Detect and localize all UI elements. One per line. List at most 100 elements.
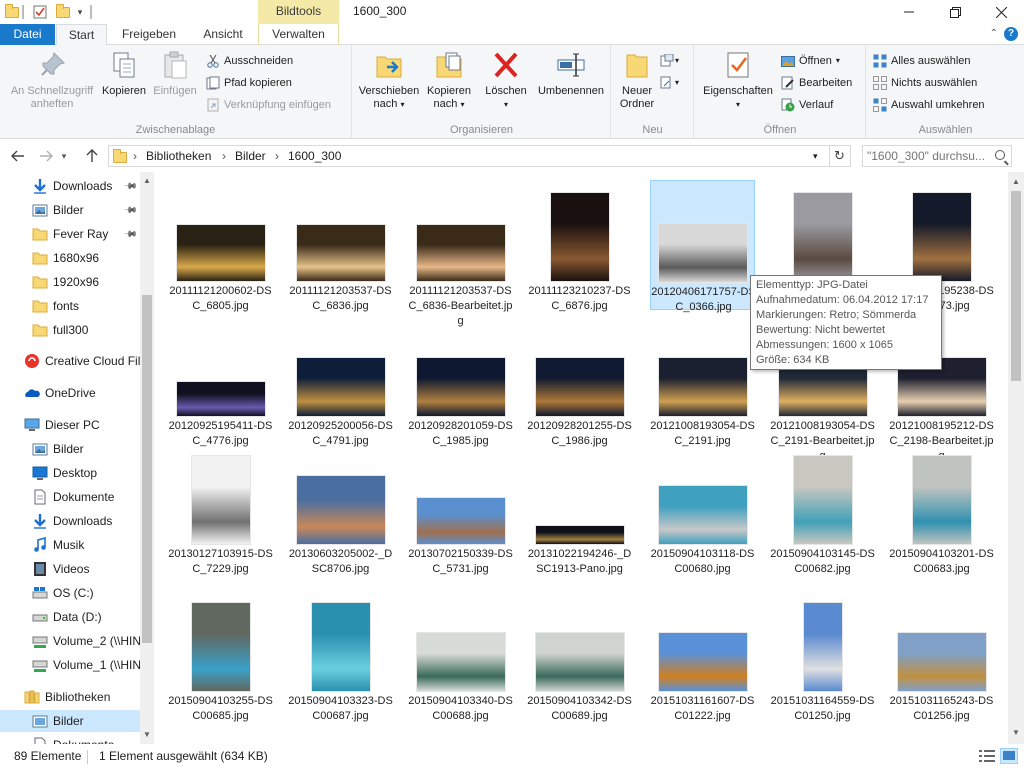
file-tile[interactable]: 20130702150339-DSC_5731.jpg [408,445,513,575]
search-input[interactable] [867,148,987,164]
tab-freigeben[interactable]: Freigeben [113,24,185,45]
file-tile[interactable]: 20150904103255-DSC00685.jpg [168,592,273,722]
nav-pc-item-8[interactable]: Volume_2 (\\HIN [0,630,140,652]
large-icons-view-icon[interactable] [1000,748,1018,764]
file-tile[interactable]: 20151031165243-DSC01256.jpg [889,592,994,722]
copy-button[interactable]: Kopieren [100,49,148,98]
nav-pc-item-6[interactable]: OS (C:) [0,582,140,604]
file-tile[interactable]: 20111121200602-DSC_6805.jpg [168,180,273,312]
file-tile[interactable]: 20120406171757-DSC_0366.jpg [650,180,756,313]
new-folder-quick-icon[interactable] [55,3,71,21]
file-tile[interactable]: 20120925195411-DSC_4776.jpg [168,327,273,457]
scroll-down-icon[interactable]: ▼ [1008,728,1024,737]
nav-this-pc[interactable]: Dieser PC [0,414,140,436]
tab-ansicht[interactable]: Ansicht [191,24,255,45]
nav-scrollbar-thumb[interactable] [142,295,152,643]
refresh-icon[interactable]: ↻ [829,145,851,167]
nav-quick-item-2[interactable]: Fever Ray 📌 [0,223,140,245]
delete-button[interactable]: Löschen ▾ [479,49,533,111]
nav-quick-item-0[interactable]: Downloads 📌 [0,175,140,197]
pin-quick-access-button[interactable]: An Schnellzugriff anheften [4,49,100,111]
copy-to-button[interactable]: Kopieren nach ▾ [421,49,477,111]
file-tile[interactable]: 20151031161607-DSC01222.jpg [650,592,755,722]
maximize-button[interactable] [932,0,978,24]
properties-quick-icon[interactable] [32,3,48,21]
paste-shortcut-button[interactable]: Verknüpfung einfügen [206,95,331,115]
open-button[interactable]: Öffnen ▾ [781,51,840,71]
file-tile[interactable]: 20111121203537-DSC_6836-Bearbeitet.jpg [408,180,513,327]
paste-button[interactable]: Einfügen [150,49,200,98]
file-tile[interactable]: 20131022194246-_DSC1913-Pano.jpg [527,445,632,575]
collapse-ribbon-icon[interactable]: ⌃ [990,28,998,39]
recent-locations-chevron-icon[interactable]: ▾ [58,146,70,166]
nav-quick-item-3[interactable]: 1680x96 [0,247,140,269]
file-tile[interactable]: 20120928201255-DSC_1986.jpg [527,327,632,457]
new-folder-button[interactable]: Neuer Ordner [616,49,658,111]
nav-pc-item-3[interactable]: Downloads [0,510,140,532]
file-tile[interactable]: 20121008193054-DSC_2191.jpg [650,327,755,457]
search-icon[interactable] [995,150,1005,160]
quick-access-dropdown-icon[interactable]: ▾ [74,3,86,21]
tab-datei[interactable]: Datei [0,24,55,45]
nav-library-pictures[interactable]: Bilder [0,710,140,732]
file-tile[interactable]: 20111121203537-DSC_6836.jpg [288,180,393,312]
minimize-button[interactable] [886,0,932,24]
nav-quick-item-1[interactable]: Bilder 📌 [0,199,140,221]
nav-pc-item-0[interactable]: Bilder [0,438,140,460]
file-tile[interactable]: 20150904103145-DSC00682.jpg [770,445,875,575]
breadcrumb-bibliotheken[interactable]: Bibliotheken [146,149,211,163]
search-box[interactable] [862,145,1012,167]
move-to-button[interactable]: Verschieben nach ▾ [357,49,421,111]
history-button[interactable]: Verlauf [781,95,833,115]
file-tile[interactable]: 20130603205002-_DSC8706.jpg [288,445,393,575]
details-view-icon[interactable] [978,748,996,764]
nav-pc-item-5[interactable]: Videos [0,558,140,580]
properties-button[interactable]: Eigenschaften ▾ [699,49,777,111]
nav-pc-item-2[interactable]: Dokumente [0,486,140,508]
scroll-up-icon[interactable]: ▲ [1008,177,1024,186]
file-tile[interactable]: 20120925200056-DSC_4791.jpg [288,327,393,457]
file-tile[interactable]: 20150904103340-DSC00688.jpg [408,592,513,722]
copy-path-button[interactable]: Pfad kopieren [206,73,292,93]
nav-pc-item-9[interactable]: Volume_1 (\\HIN [0,654,140,676]
tab-verwalten[interactable]: Verwalten [258,24,339,45]
nav-pc-item-4[interactable]: Musik [0,534,140,556]
nav-pc-item-7[interactable]: Data (D:) [0,606,140,628]
edit-button[interactable]: Bearbeiten [781,73,852,93]
nav-creative-cloud[interactable]: Creative Cloud Fil [0,350,140,372]
forward-arrow-icon[interactable] [36,146,56,166]
invert-selection-button[interactable]: Auswahl umkehren [873,95,985,115]
close-button[interactable] [978,0,1024,24]
scroll-up-icon[interactable]: ▲ [140,176,154,185]
nav-quick-item-4[interactable]: 1920x96 [0,271,140,293]
nav-quick-item-5[interactable]: fonts [0,295,140,317]
nav-library-documents[interactable]: Dokumente [0,734,140,744]
address-dropdown-chevron-icon[interactable]: ▾ [813,151,818,162]
nav-libraries[interactable]: Bibliotheken [0,686,140,708]
nav-onedrive[interactable]: OneDrive [0,382,140,404]
select-all-button[interactable]: Alles auswählen [873,51,971,71]
file-tile[interactable]: 20120928201059-DSC_1985.jpg [408,327,513,457]
scroll-down-icon[interactable]: ▼ [140,730,154,739]
back-arrow-icon[interactable] [8,146,28,166]
up-arrow-icon[interactable] [82,146,102,166]
file-tile[interactable]: 20150904103342-DSC00689.jpg [527,592,632,722]
content-scrollbar-thumb[interactable] [1011,191,1021,381]
tab-start[interactable]: Start [56,24,107,46]
file-tile[interactable]: 20150904103118-DSC00680.jpg [650,445,755,575]
file-tile[interactable]: 20111123210237-DSC_6876.jpg [527,180,632,312]
address-box[interactable]: › Bibliotheken › Bilder › 1600_300 ▾ [108,145,830,167]
select-none-button[interactable]: Nichts auswählen [873,73,977,93]
rename-button[interactable]: Umbenennen [533,49,609,98]
file-tile[interactable]: 20151031164559-DSC01250.jpg [770,592,875,722]
breadcrumb-bilder[interactable]: Bilder [235,149,266,163]
nav-quick-item-6[interactable]: full300 [0,319,140,341]
cut-button[interactable]: Ausschneiden [206,51,293,71]
file-tile[interactable]: 20150904103201-DSC00683.jpg [889,445,994,575]
nav-pc-item-1[interactable]: Desktop [0,462,140,484]
file-tile[interactable]: 20150904103323-DSC00687.jpg [288,592,393,722]
help-icon[interactable]: ? [1004,27,1018,41]
breadcrumb-1600-300[interactable]: 1600_300 [288,149,341,163]
file-tile[interactable]: 20130127103915-DSC_7229.jpg [168,445,273,575]
easy-access-button[interactable]: ▾ [660,73,679,93]
